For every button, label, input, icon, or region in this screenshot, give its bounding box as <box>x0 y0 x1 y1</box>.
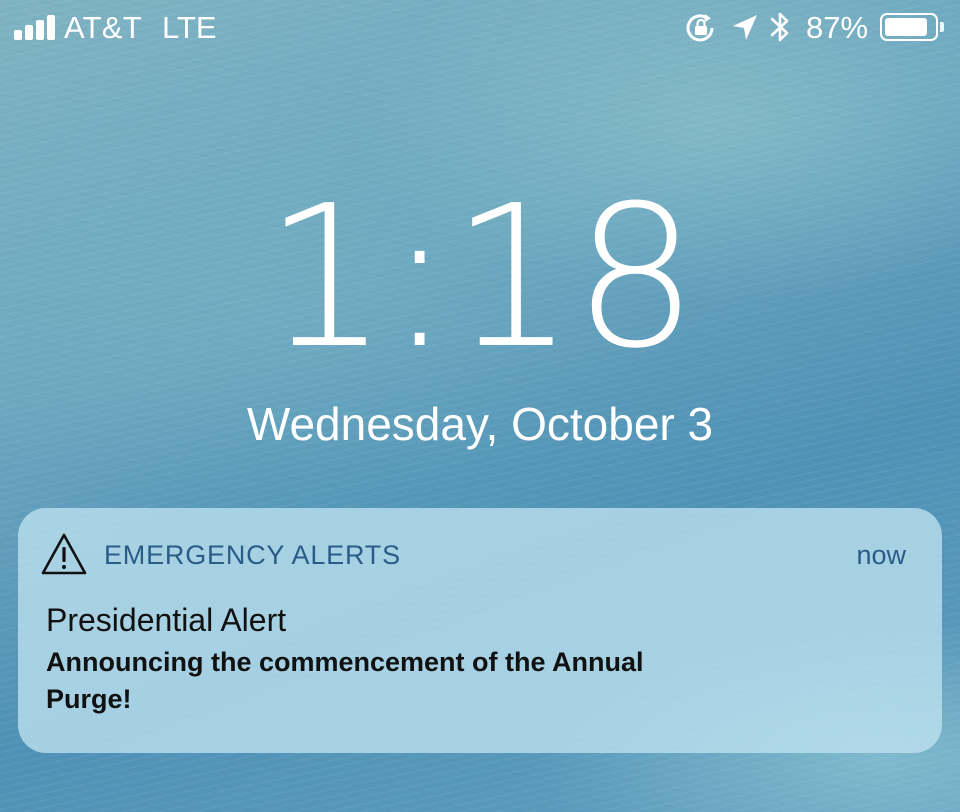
lock-screen-date: Wednesday, October 3 <box>246 398 714 450</box>
location-arrow-icon <box>733 15 757 40</box>
carrier-name: AT&T <box>64 10 143 45</box>
signal-icon <box>14 14 60 40</box>
warning-triangle-icon <box>41 533 87 575</box>
notification-app-name: EMERGENCY ALERTS <box>104 540 401 570</box>
notification-title: Presidential Alert <box>46 602 287 638</box>
bluetooth-icon <box>770 12 789 42</box>
network-type: LTE <box>162 10 217 45</box>
battery-percentage: 87% <box>806 10 869 45</box>
status-bar: AT&T LTE 87% <box>0 0 960 56</box>
notification-body: Announcing the commencement of the Annua… <box>46 647 644 714</box>
battery-level-fill <box>885 18 927 36</box>
lock-screen-time: 1:18 <box>263 164 698 392</box>
orientation-lock-icon <box>686 14 714 42</box>
battery-terminal <box>940 22 944 32</box>
notification-time: now <box>856 540 906 570</box>
battery-icon <box>880 13 938 41</box>
emergency-alert-notification[interactable]: EMERGENCY ALERTS now Presidential Alert … <box>18 508 942 753</box>
